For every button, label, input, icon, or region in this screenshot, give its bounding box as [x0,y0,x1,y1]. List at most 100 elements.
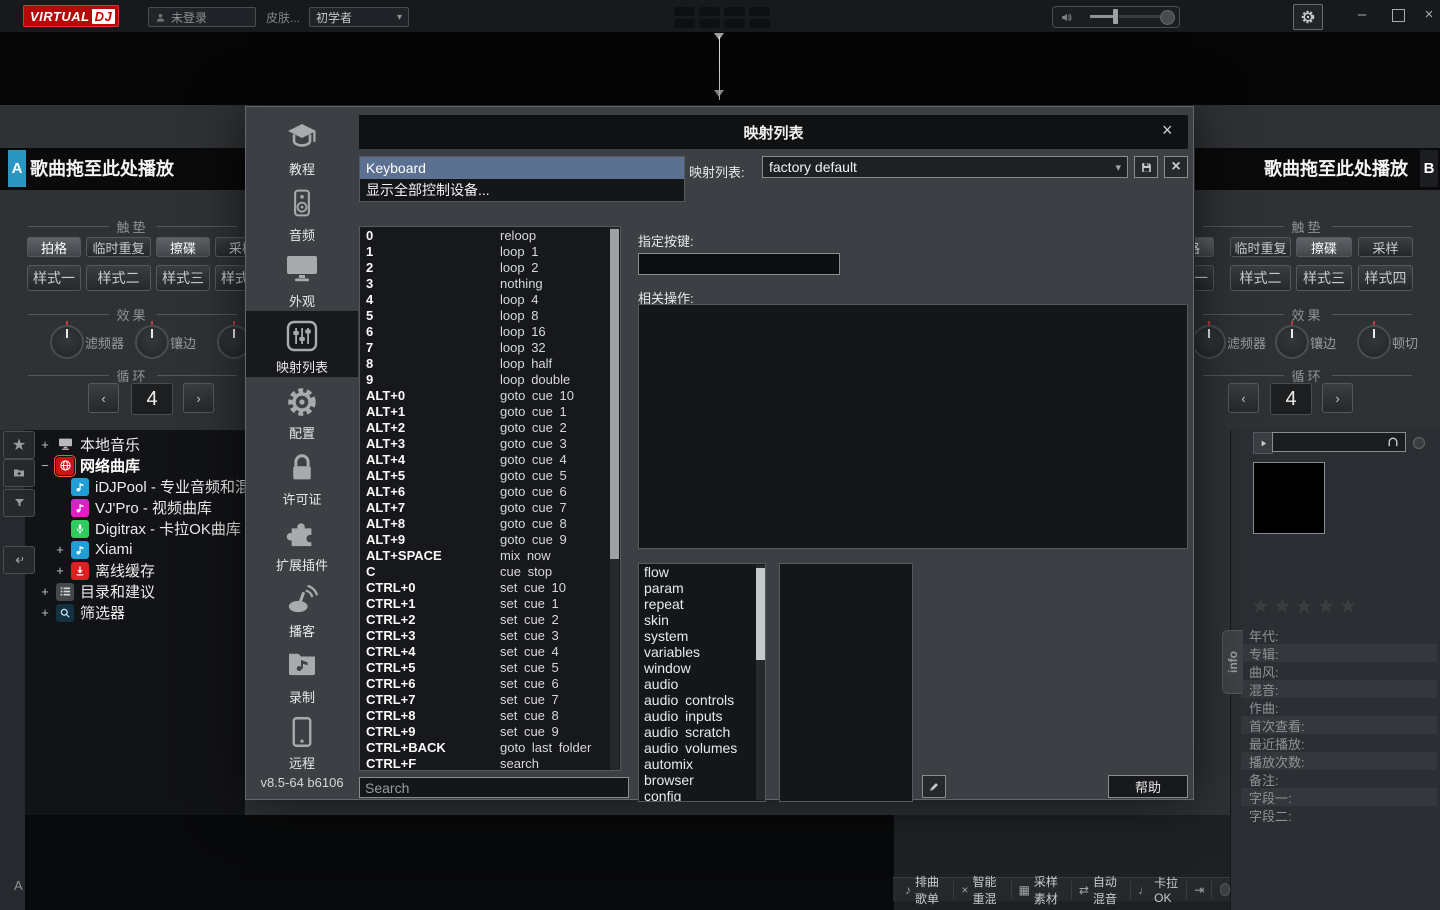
sideview-collapse-button[interactable]: ⇥ [1187,881,1212,899]
settings-nav-教程[interactable]: 教程 [246,113,358,179]
tree-item-1[interactable]: +本地音乐 [25,434,260,455]
tree-item-9[interactable]: +筛选器 [25,602,260,623]
device-item-show-all[interactable]: 显示全部控制设备... [360,179,684,201]
mapping-row[interactable]: 0reloop [360,227,620,243]
volume-handle[interactable] [1113,9,1118,24]
tree-item-2[interactable]: −网络曲库 [25,455,260,476]
deck-mini-rect[interactable] [674,7,695,16]
settings-nav-播客[interactable]: 播客 [246,575,358,641]
mapping-row[interactable]: 2loop 2 [360,259,620,275]
maximize-button[interactable] [1388,9,1408,26]
dialog-close-icon[interactable]: × [1162,121,1173,139]
category-item[interactable]: param [639,580,765,596]
deck-b-style-4[interactable]: 样式四 [1358,265,1413,291]
star-icon[interactable]: ★ [1338,594,1357,619]
star-icon[interactable]: ★ [1273,594,1292,619]
category-scroll-thumb[interactable] [756,568,765,660]
deck-mini-rect[interactable] [749,19,770,28]
sideview-tab-采样素材[interactable]: ▦采样素材 [1012,881,1072,899]
expander-icon[interactable]: + [55,542,65,557]
category-item[interactable]: config [639,788,765,802]
sideview-tab-智能重混[interactable]: ×智能重混 [954,881,1011,899]
deck-a-style-2[interactable]: 样式二 [86,265,151,291]
expander-icon[interactable]: + [40,605,50,620]
category-item[interactable]: flow [639,564,765,580]
category-item[interactable]: audio [639,676,765,692]
key-list-scroll-thumb[interactable] [610,229,619,559]
mapping-row[interactable]: Ccue stop [360,563,620,579]
search-input[interactable] [359,777,629,798]
deck-a-pad-sample[interactable]: 采样 [215,237,245,257]
settings-nav-扩展插件[interactable]: 扩展插件 [246,509,358,575]
deck-a-pad-scratch[interactable]: 擦碟 [156,237,210,257]
mapping-row[interactable]: 5loop 8 [360,307,620,323]
deck-a-loop-double-button[interactable]: › [183,383,214,413]
deck-mini-rect[interactable] [699,7,720,16]
settings-button[interactable] [1293,4,1323,30]
prelisten-progress[interactable] [1272,432,1406,452]
category-item[interactable]: window [639,660,765,676]
category-item[interactable]: repeat [639,596,765,612]
deck-b-knob-cut[interactable] [1357,325,1391,359]
delete-mapping-button[interactable]: × [1164,156,1188,178]
tree-item-3[interactable]: iDJPool - 专业音频和混音 [25,476,275,497]
category-item[interactable]: variables [639,644,765,660]
category-item[interactable]: skin [639,612,765,628]
deck-b-loop-half-button[interactable]: ‹ [1228,383,1259,413]
mapping-row[interactable]: CTRL+5set cue 5 [360,659,620,675]
deck-mini-rect[interactable] [724,7,745,16]
sideview-tab-卡拉OK[interactable]: ♩卡拉OK [1131,881,1187,899]
category-item[interactable]: audio scratch [639,724,765,740]
category-item[interactable]: browser [639,772,765,788]
key-list-scrollbar[interactable] [610,227,619,770]
volume-knob[interactable] [1160,10,1175,25]
settings-nav-映射列表[interactable]: 映射列表 [246,311,358,377]
prelisten-option-button[interactable] [1413,437,1425,449]
settings-nav-音频[interactable]: 音频 [246,179,358,245]
category-item[interactable]: audio controls [639,692,765,708]
prelisten-play-button[interactable] [1253,432,1273,454]
deck-a-style-4[interactable]: 样式四 [215,265,245,291]
mapping-row[interactable]: ALT+3goto cue 3 [360,435,620,451]
deck-b-loop-double-button[interactable]: › [1322,383,1353,413]
deck-a-style-1[interactable]: 样式一 [27,265,81,291]
mapping-row[interactable]: 8loop half [360,355,620,371]
tree-item-7[interactable]: +离线缓存 [25,560,275,581]
mapping-row[interactable]: ALT+SPACEmix now [360,547,620,563]
action-editor[interactable] [638,304,1188,549]
mapping-row[interactable]: CTRL+0set cue 10 [360,579,620,595]
favorites-button[interactable]: ★ [3,431,35,459]
add-folder-button[interactable] [3,459,35,487]
mapping-row[interactable]: 9loop double [360,371,620,387]
deck-b-knob-flanger[interactable] [1275,325,1309,359]
info-tab[interactable]: info [1222,630,1243,694]
settings-nav-许可证[interactable]: 许可证 [246,443,358,509]
mapping-row[interactable]: ALT+2goto cue 2 [360,419,620,435]
deck-a-pad-beatgrid[interactable]: 拍格 [27,237,81,257]
settings-nav-配置[interactable]: 配置 [246,377,358,443]
deck-b-pad-scratch[interactable]: 擦碟 [1296,237,1352,257]
mapping-row[interactable]: ALT+0goto cue 10 [360,387,620,403]
close-button[interactable]: × [1419,6,1439,23]
category-item[interactable]: automix [639,756,765,772]
record-indicator[interactable] [1220,883,1230,896]
mapping-row[interactable]: ALT+4goto cue 4 [360,451,620,467]
action-sublist[interactable] [779,563,913,802]
device-item-keyboard[interactable]: Keyboard [360,157,684,179]
save-mapping-button[interactable] [1134,156,1158,178]
mapping-row[interactable]: 3nothing [360,275,620,291]
expander-icon[interactable]: − [40,458,50,473]
mapping-row[interactable]: CTRL+Fsearch [360,755,620,771]
help-button[interactable]: 帮助 [1108,775,1188,798]
tree-item-4[interactable]: VJ'Pro - 视频曲库 [25,497,275,518]
deck-b-knob-filter[interactable] [1195,325,1226,359]
mapping-row[interactable]: ALT+1goto cue 1 [360,403,620,419]
deck-mini-rect[interactable] [749,7,770,16]
edit-action-button[interactable] [922,775,946,798]
category-scrollbar[interactable] [756,565,765,800]
sideview-tab-自动混音[interactable]: ⇄自动混音 [1072,881,1131,899]
mapping-row[interactable]: 1loop 1 [360,243,620,259]
tree-item-8[interactable]: +目录和建议 [25,581,260,602]
mapping-row[interactable]: ALT+9goto cue 9 [360,531,620,547]
mapping-row[interactable]: ALT+5goto cue 5 [360,467,620,483]
